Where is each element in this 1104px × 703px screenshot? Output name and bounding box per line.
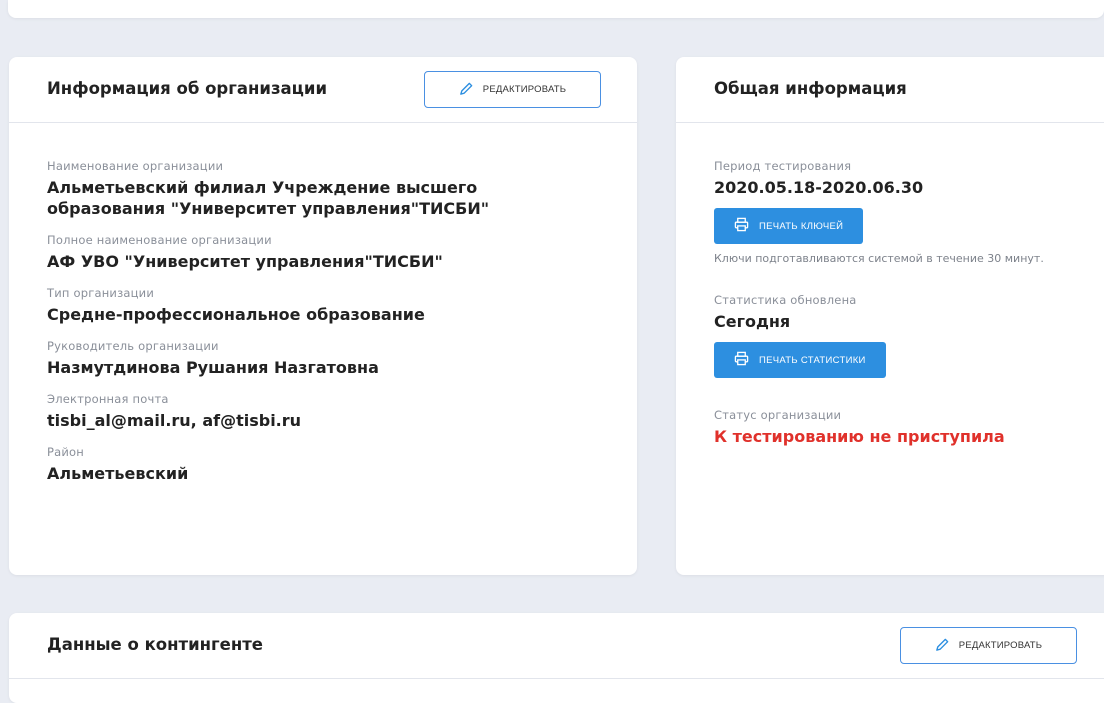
- org-edit-label: РЕДАКТИРОВАТЬ: [482, 84, 567, 95]
- field-value: АФ УВО "Университет управления"ТИСБИ": [47, 252, 443, 271]
- contingent-edit-button[interactable]: РЕДАКТИРОВАТЬ: [900, 627, 1077, 664]
- field-value: Альметьевский филиал Учреждение высшего …: [47, 178, 490, 218]
- field-org-district: Район Альметьевский: [47, 445, 607, 484]
- print-keys-button[interactable]: ПЕЧАТЬ КЛЮЧЕЙ: [714, 208, 864, 244]
- printer-icon: [734, 351, 749, 369]
- print-stats-button[interactable]: ПЕЧАТЬ СТАТИСТИКИ: [714, 342, 886, 378]
- field-value: 2020.05.18-2020.06.30: [714, 178, 924, 197]
- general-info-card: Общая информация Период тестирования 202…: [676, 57, 1104, 575]
- field-org-name: Наименование организации Альметьевский ф…: [47, 159, 607, 219]
- pencil-icon: [935, 637, 950, 655]
- contingent-edit-label: РЕДАКТИРОВАТЬ: [958, 640, 1043, 651]
- print-keys-label: ПЕЧАТЬ КЛЮЧЕЙ: [759, 220, 844, 232]
- field-value: Средне-профессиональное образование: [47, 305, 425, 324]
- field-org-email: Электронная почта tisbi_al@mail.ru, af@t…: [47, 392, 607, 431]
- field-label: Полное наименование организации: [47, 233, 272, 247]
- field-label: Электронная почта: [47, 392, 169, 406]
- contingent-title: Данные о контингенте: [47, 635, 263, 654]
- field-org-status: Статус организации К тестированию не при…: [714, 408, 1094, 447]
- field-org-head: Руководитель организации Назмутдинова Ру…: [47, 339, 607, 378]
- org-info-header: Информация об организации РЕДАКТИРОВАТЬ: [9, 57, 637, 123]
- pencil-icon: [459, 81, 474, 99]
- field-test-period: Период тестирования 2020.05.18-2020.06.3…: [714, 159, 1094, 198]
- field-value: Назмутдинова Рушания Назгатовна: [47, 358, 379, 377]
- general-info-title: Общая информация: [714, 79, 907, 98]
- field-label: Район: [47, 445, 85, 459]
- field-label: Период тестирования: [714, 159, 852, 173]
- org-info-card: Информация об организации РЕДАКТИРОВАТЬ …: [9, 57, 637, 575]
- field-label: Руководитель организации: [47, 339, 219, 353]
- contingent-header: Данные о контингенте РЕДАКТИРОВАТЬ: [9, 613, 1104, 679]
- field-label: Статус организации: [714, 408, 842, 422]
- field-value: Альметьевский: [47, 464, 189, 483]
- status-badge: К тестированию не приступила: [714, 427, 1005, 446]
- field-label: Тип организации: [47, 286, 155, 300]
- general-info-body: Период тестирования 2020.05.18-2020.06.3…: [714, 159, 1094, 461]
- field-value: tisbi_al@mail.ru, af@tisbi.ru: [47, 411, 302, 430]
- org-edit-button[interactable]: РЕДАКТИРОВАТЬ: [424, 71, 601, 108]
- printer-icon: [734, 217, 749, 235]
- field-org-full-name: Полное наименование организации АФ УВО "…: [47, 233, 607, 272]
- keys-note: Ключи подготавливаются системой в течени…: [714, 252, 1044, 265]
- contingent-card: Данные о контингенте РЕДАКТИРОВАТЬ: [9, 613, 1104, 703]
- field-label: Статистика обновлена: [714, 293, 857, 307]
- general-info-header: Общая информация: [676, 57, 1104, 123]
- top-panel: [8, 0, 1104, 18]
- org-fields: Наименование организации Альметьевский ф…: [47, 159, 607, 498]
- field-stats-updated: Статистика обновлена Сегодня: [714, 293, 1094, 332]
- field-value: Сегодня: [714, 312, 791, 331]
- org-info-title: Информация об организации: [47, 79, 328, 98]
- field-label: Наименование организации: [47, 159, 224, 173]
- field-org-type: Тип организации Средне-профессиональное …: [47, 286, 607, 325]
- print-stats-label: ПЕЧАТЬ СТАТИСТИКИ: [759, 354, 866, 366]
